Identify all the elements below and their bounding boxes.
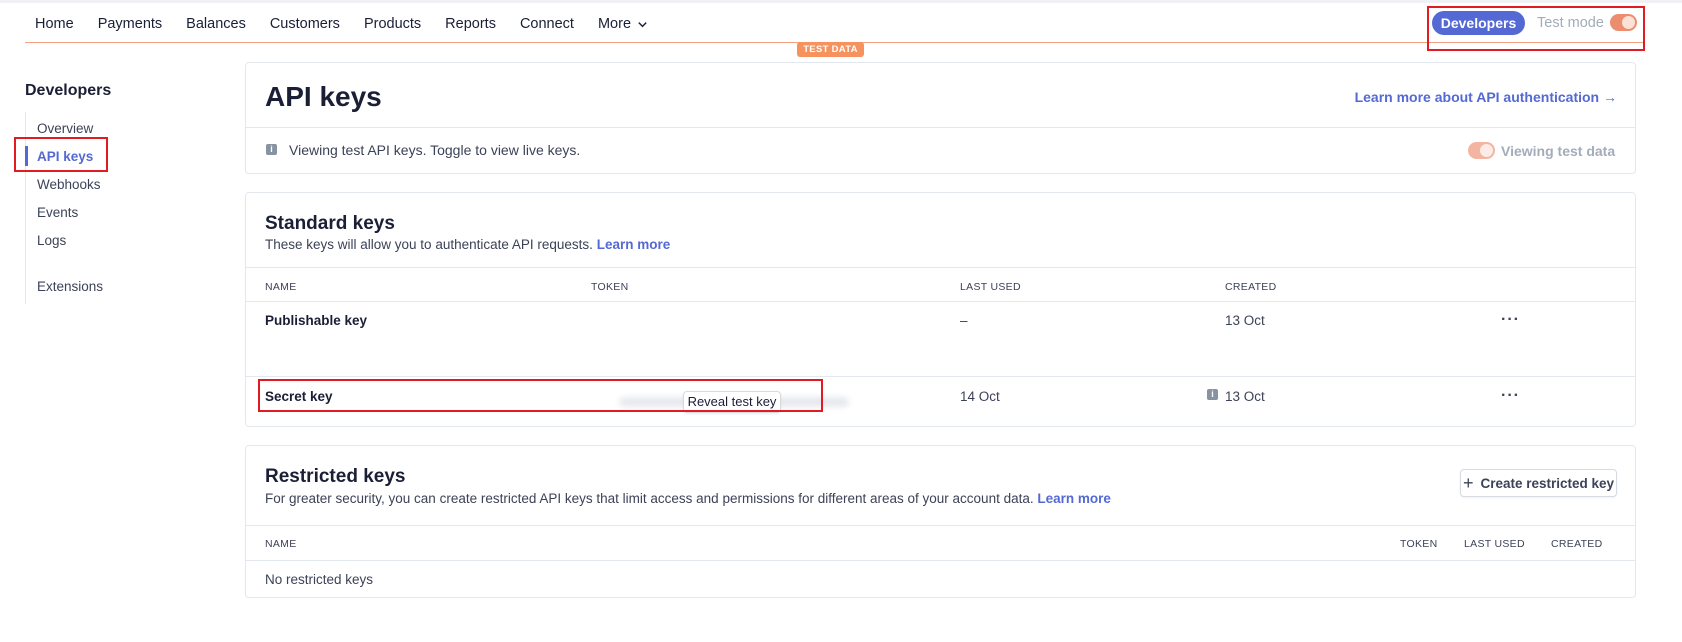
nav-balances[interactable]: Balances xyxy=(186,16,246,32)
nav-connect[interactable]: Connect xyxy=(520,16,574,32)
standard-keys-learn-more[interactable]: Learn more xyxy=(597,237,671,252)
nav-items: Home Payments Balances Customers Product… xyxy=(35,16,672,32)
nav-home[interactable]: Home xyxy=(35,16,74,32)
plus-icon: + xyxy=(1462,473,1474,493)
empty-state-text: No restricted keys xyxy=(265,572,374,587)
col-header-token: TOKEN xyxy=(1400,538,1438,550)
row-overflow-menu[interactable]: ··· xyxy=(1501,312,1520,328)
sidebar-item-overview[interactable]: Overview xyxy=(37,121,93,136)
key-name: Publishable key xyxy=(265,313,368,328)
divider xyxy=(246,560,1635,561)
page-title: API keys xyxy=(265,81,382,112)
key-created: 13 Oct xyxy=(1225,313,1265,328)
standard-keys-description: These keys will allow you to authenticat… xyxy=(265,237,670,252)
learn-more-auth-link[interactable]: Learn more about API authentication → xyxy=(1355,89,1617,105)
api-keys-header-card: API keys Learn more about API authentica… xyxy=(245,62,1636,174)
nav-more-label: More xyxy=(597,16,632,32)
key-created: 13 Oct xyxy=(1225,389,1265,404)
restricted-keys-title: Restricted keys xyxy=(265,466,406,487)
restricted-keys-learn-more[interactable]: Learn more xyxy=(1037,491,1111,506)
sidebar-item-extensions[interactable]: Extensions xyxy=(37,279,103,294)
standard-keys-desc-text: These keys will allow you to authenticat… xyxy=(265,237,593,252)
nav-reports[interactable]: Reports xyxy=(445,16,496,32)
test-data-badge: TEST DATA xyxy=(797,42,864,57)
create-restricted-key-label: Create restricted key xyxy=(1480,475,1615,491)
restricted-keys-description: For greater security, you can create res… xyxy=(265,491,1111,506)
test-mode-toggle[interactable] xyxy=(1610,14,1637,31)
col-header-name: NAME xyxy=(265,538,297,550)
info-icon: i xyxy=(266,144,277,155)
row-overflow-menu[interactable]: ··· xyxy=(1501,388,1520,404)
sidebar-item-events[interactable]: Events xyxy=(37,205,78,220)
nav-customers[interactable]: Customers xyxy=(270,16,340,32)
col-header-created: CREATED xyxy=(1551,538,1603,550)
col-header-name: NAME xyxy=(265,281,297,293)
col-header-created: CREATED xyxy=(1225,281,1277,293)
toggle-knob xyxy=(1480,144,1493,157)
test-keys-notice: Viewing test API keys. Toggle to view li… xyxy=(289,142,581,158)
chevron-down-icon xyxy=(638,21,647,27)
toggle-knob xyxy=(1622,16,1635,29)
key-last-used: 14 Oct xyxy=(960,389,1000,404)
divider xyxy=(246,127,1635,128)
developers-button[interactable]: Developers xyxy=(1432,11,1525,35)
col-header-last-used: LAST USED xyxy=(1464,538,1525,550)
top-navigation: Home Payments Balances Customers Product… xyxy=(25,3,1645,43)
standard-keys-title: Standard keys xyxy=(265,213,395,234)
view-test-data-toggle[interactable] xyxy=(1468,142,1495,159)
test-mode-label: Test mode xyxy=(1537,15,1604,31)
viewing-test-data-label: Viewing test data xyxy=(1501,143,1616,159)
divider xyxy=(246,267,1635,268)
divider xyxy=(246,301,1635,302)
sidebar-item-logs[interactable]: Logs xyxy=(37,233,66,248)
info-icon[interactable]: i xyxy=(1207,389,1218,400)
api-keys-highlight xyxy=(14,137,108,172)
sidebar-item-webhooks[interactable]: Webhooks xyxy=(37,177,101,192)
secret-key-highlight xyxy=(258,379,823,412)
key-last-used: – xyxy=(960,313,968,328)
restricted-keys-card: Restricted keys For greater security, yo… xyxy=(245,445,1636,598)
create-restricted-key-button[interactable]: + Create restricted key xyxy=(1460,469,1617,497)
col-header-token: TOKEN xyxy=(591,281,629,293)
restricted-keys-desc-text: For greater security, you can create res… xyxy=(265,491,1034,506)
divider xyxy=(246,525,1635,526)
nav-products[interactable]: Products xyxy=(364,16,421,32)
nav-more[interactable]: More xyxy=(598,16,648,32)
divider xyxy=(246,376,1635,377)
sidebar-title: Developers xyxy=(25,82,112,99)
col-header-last-used: LAST USED xyxy=(960,281,1021,293)
nav-payments[interactable]: Payments xyxy=(98,16,162,32)
standard-keys-card: Standard keys These keys will allow you … xyxy=(245,192,1636,427)
